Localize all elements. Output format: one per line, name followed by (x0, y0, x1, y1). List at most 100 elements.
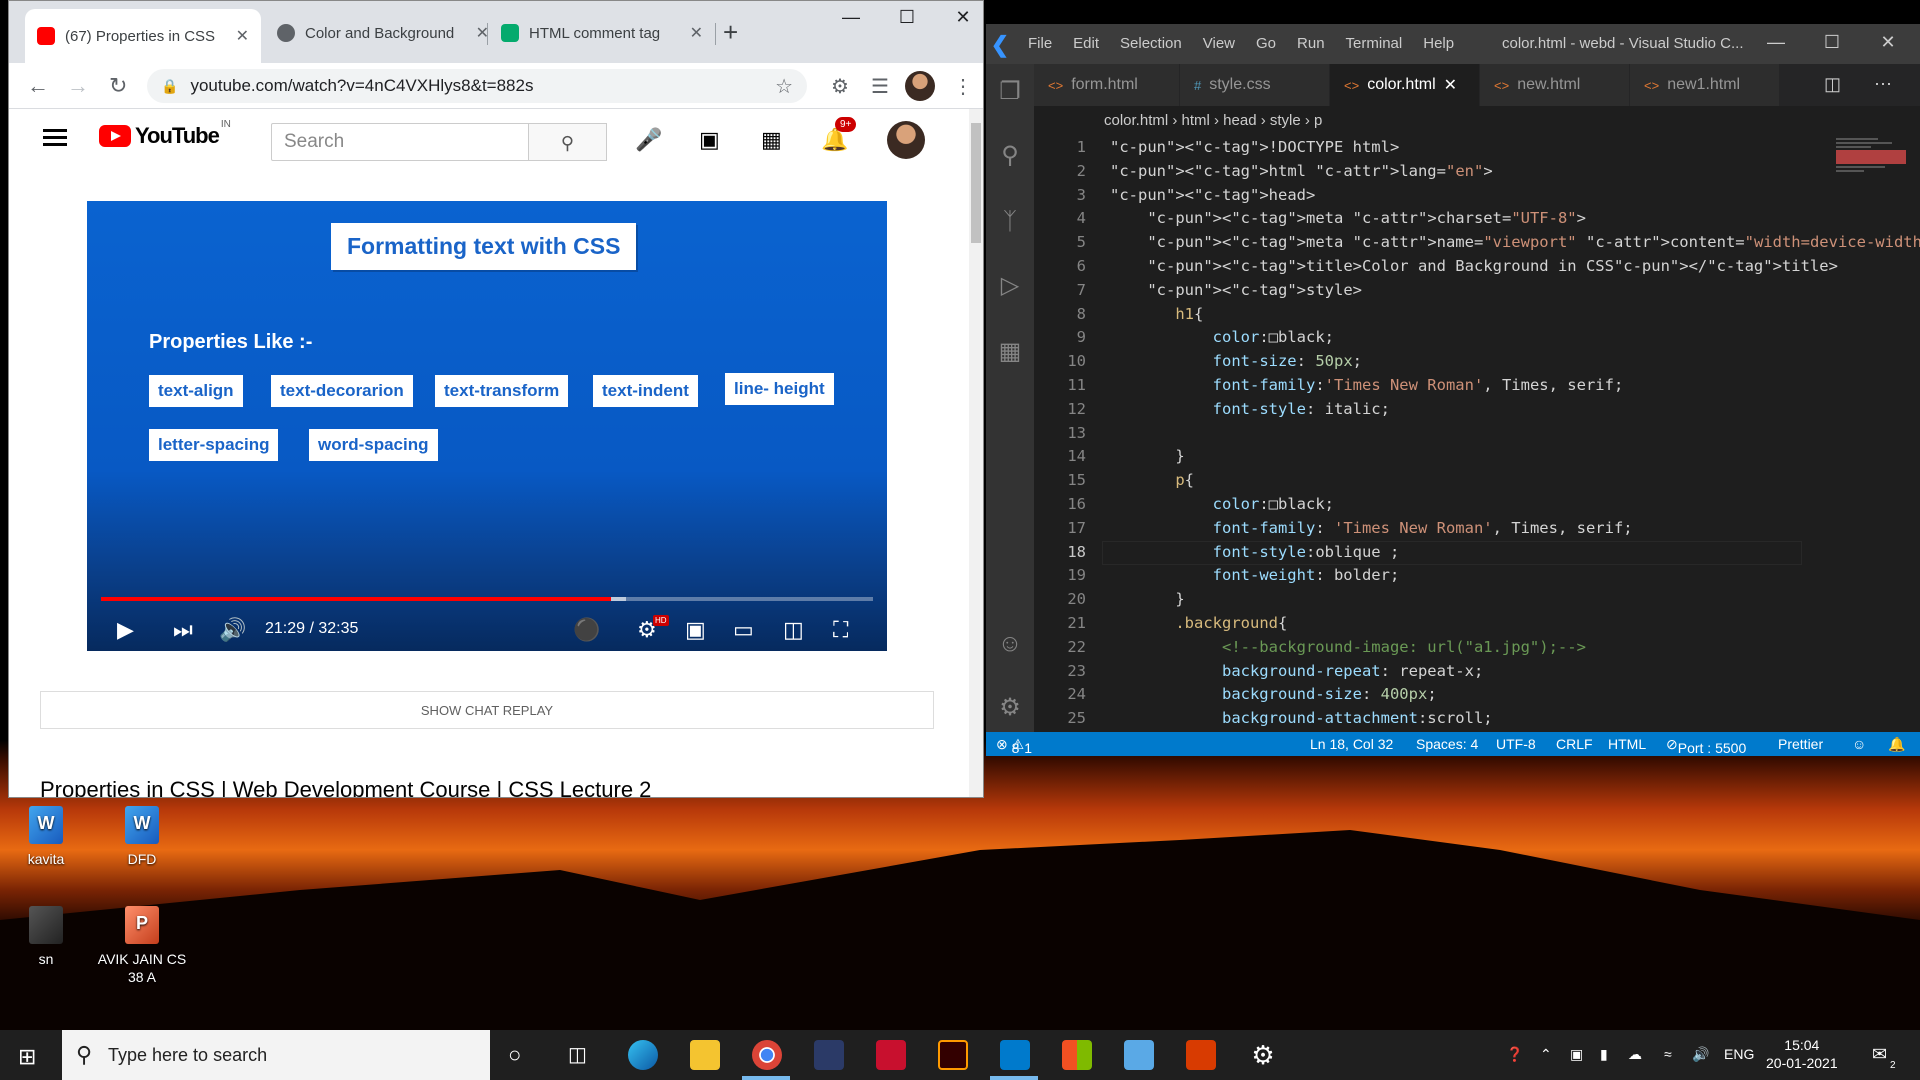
tab-new1-html[interactable]: <> new1.html (1630, 64, 1780, 106)
chrome-app-icon[interactable] (752, 1040, 782, 1070)
edge-app-icon[interactable] (628, 1040, 658, 1070)
battery-icon[interactable]: ▮ (1600, 1046, 1608, 1063)
code-line[interactable]: 12 font-style: italic; (1034, 398, 1920, 422)
input-language[interactable]: ENG (1724, 1046, 1754, 1062)
show-chat-replay-button[interactable]: SHOW CHAT REPLAY (40, 691, 934, 729)
address-bar[interactable]: 🔒 youtube.com/watch?v=4nC4VXHlys8&t=882s… (147, 69, 807, 103)
code-line[interactable]: 10 font-size: 50px; (1034, 350, 1920, 374)
file-explorer-icon[interactable] (690, 1040, 720, 1070)
meet-now-icon[interactable]: ▣ (1570, 1046, 1583, 1063)
code-line[interactable]: 7 "c-pun"><"c-tag">style> (1034, 279, 1920, 303)
menu-go[interactable]: Go (1256, 35, 1276, 52)
help-icon[interactable]: ❓ (1506, 1046, 1523, 1063)
video-progress-bar[interactable] (101, 597, 873, 601)
manage-gear-icon[interactable]: ⚙ (994, 692, 1026, 724)
menu-run[interactable]: Run (1297, 35, 1325, 52)
tab-color-background[interactable]: Color and Background ✕ (265, 11, 501, 55)
menu-file[interactable]: File (1028, 35, 1052, 52)
code-line[interactable]: 11 font-family:'Times New Roman', Times,… (1034, 374, 1920, 398)
system-clock[interactable]: 15:04 20-01-2021 (1766, 1036, 1838, 1072)
code-line[interactable]: 17 font-family: 'Times New Roman', Times… (1034, 517, 1920, 541)
cursor-position[interactable]: Ln 18, Col 32 (1310, 736, 1393, 752)
youtube-search-input[interactable]: Search (271, 123, 529, 161)
taskbar-search-box[interactable]: ⚲ Type here to search (62, 1030, 490, 1080)
split-editor-icon[interactable]: ◫ (1824, 74, 1841, 95)
chrome-menu-icon[interactable]: ⋮ (953, 74, 973, 99)
action-center-icon[interactable]: ✉ (1872, 1044, 1887, 1065)
maximize-button[interactable]: ☐ (1804, 32, 1860, 53)
menu-edit[interactable]: Edit (1073, 35, 1099, 52)
media-queue-icon[interactable]: ☰ (871, 74, 889, 99)
minimize-button[interactable]: — (1748, 32, 1804, 53)
desktop-icon-sn[interactable]: sn (0, 906, 94, 968)
code-line[interactable]: 19 font-weight: bolder; (1034, 564, 1920, 588)
code-line[interactable]: 4 "c-pun"><"c-tag">meta "c-attr">charset… (1034, 207, 1920, 231)
code-editor[interactable]: 1 "c-pun"><"c-tag">!DOCTYPE html> 2 "c-pun"… (1034, 136, 1920, 732)
tab-form-html[interactable]: <> form.html (1034, 64, 1180, 106)
theater-mode-icon[interactable]: ▭ (733, 617, 754, 643)
extensions-icon[interactable]: ▦ (994, 336, 1026, 368)
cortana-icon[interactable]: ○ (508, 1042, 521, 1068)
code-line[interactable]: 13 (1034, 422, 1920, 446)
task-view-icon[interactable]: ◫ (568, 1042, 587, 1067)
menu-help[interactable]: Help (1423, 35, 1454, 52)
illustrator-app-icon[interactable] (938, 1040, 968, 1070)
apps-grid-icon[interactable]: ▦ (761, 127, 782, 153)
breadcrumb[interactable]: color.html › html › head › style › p (1034, 106, 1920, 136)
volume-icon[interactable]: 🔊 (1692, 1046, 1709, 1063)
close-window-button[interactable]: ✕ (1860, 32, 1916, 53)
run-debug-icon[interactable]: ▷ (994, 270, 1026, 302)
prettier-status[interactable]: Prettier (1778, 736, 1823, 752)
code-line[interactable]: 1 "c-pun"><"c-tag">!DOCTYPE html> (1034, 136, 1920, 160)
settings-gear-icon[interactable]: ⚙ (1248, 1040, 1278, 1070)
menu-terminal[interactable]: Terminal (1346, 35, 1403, 52)
next-icon[interactable]: ⏭ (173, 617, 193, 643)
create-video-icon[interactable]: ▣ (699, 127, 720, 153)
desktop-icon-dfd[interactable]: DFD (94, 806, 190, 868)
code-line[interactable]: 5 "c-pun"><"c-tag">meta "c-attr">name="v… (1034, 231, 1920, 255)
minimize-button[interactable]: — (823, 7, 879, 28)
tab-new-html[interactable]: <> new.html (1480, 64, 1630, 106)
hamburger-menu-icon[interactable] (43, 125, 67, 150)
powershell-app-icon[interactable] (814, 1040, 844, 1070)
wifi-icon[interactable]: ≈ (1664, 1046, 1672, 1062)
miniplayer-icon[interactable]: ▣ (685, 617, 706, 643)
close-tab-icon[interactable]: ✕ (236, 26, 249, 46)
windows-start-icon[interactable]: ⊞ (18, 1044, 36, 1070)
problems-indicator[interactable]: ⊗ 8 ⚠ 1 (996, 736, 1032, 756)
new-tab-button[interactable]: + (723, 17, 738, 48)
microphone-icon[interactable]: 🎤 (635, 127, 662, 153)
close-tab-icon[interactable]: ✕ (690, 23, 703, 43)
cast-icon[interactable]: ◫ (783, 617, 804, 643)
play-icon[interactable]: ▶ (117, 617, 134, 643)
code-line[interactable]: 22 <!--background-image: url("a1.jpg");-… (1034, 636, 1920, 660)
office-app-icon[interactable] (1186, 1040, 1216, 1070)
menu-selection[interactable]: Selection (1120, 35, 1182, 52)
code-line[interactable]: 15 p{ (1034, 469, 1920, 493)
maximize-button[interactable]: ☐ (879, 7, 935, 28)
desktop-icon-kavita[interactable]: kavita (0, 806, 94, 868)
code-line[interactable]: 9 color:□black; (1034, 326, 1920, 350)
eol-setting[interactable]: CRLF (1556, 736, 1593, 752)
profile-avatar[interactable] (905, 71, 935, 107)
language-mode[interactable]: HTML (1608, 736, 1646, 752)
code-line[interactable]: 20 } (1034, 588, 1920, 612)
live-server-port[interactable]: ⊘ Port : 5500 (1666, 736, 1746, 756)
tray-chevron-icon[interactable]: ⌃ (1540, 1046, 1552, 1063)
autoplay-toggle-icon[interactable]: ⚫ (573, 617, 600, 643)
encoding-setting[interactable]: UTF-8 (1496, 736, 1536, 752)
account-avatar[interactable] (887, 121, 925, 165)
reload-icon[interactable]: ↻ (109, 73, 127, 99)
tab-youtube[interactable]: (67) Properties in CSS ✕ (25, 9, 261, 63)
code-line[interactable]: 8 h1{ (1034, 303, 1920, 327)
volume-icon[interactable]: 🔊 (219, 617, 246, 643)
bookmark-star-icon[interactable]: ☆ (775, 74, 793, 99)
code-line[interactable]: 21 .background{ (1034, 612, 1920, 636)
tab-style-css[interactable]: # style.css (1180, 64, 1330, 106)
code-line[interactable]: 6 "c-pun"><"c-tag">title>Color and Backg… (1034, 255, 1920, 279)
code-line[interactable]: 24 background-size: 400px; (1034, 683, 1920, 707)
tab-html-comment[interactable]: HTML comment tag ✕ (489, 11, 715, 55)
onedrive-icon[interactable]: ☁ (1628, 1046, 1642, 1063)
close-window-button[interactable]: ✕ (935, 7, 983, 28)
search-button[interactable]: ⚲ (529, 123, 607, 161)
